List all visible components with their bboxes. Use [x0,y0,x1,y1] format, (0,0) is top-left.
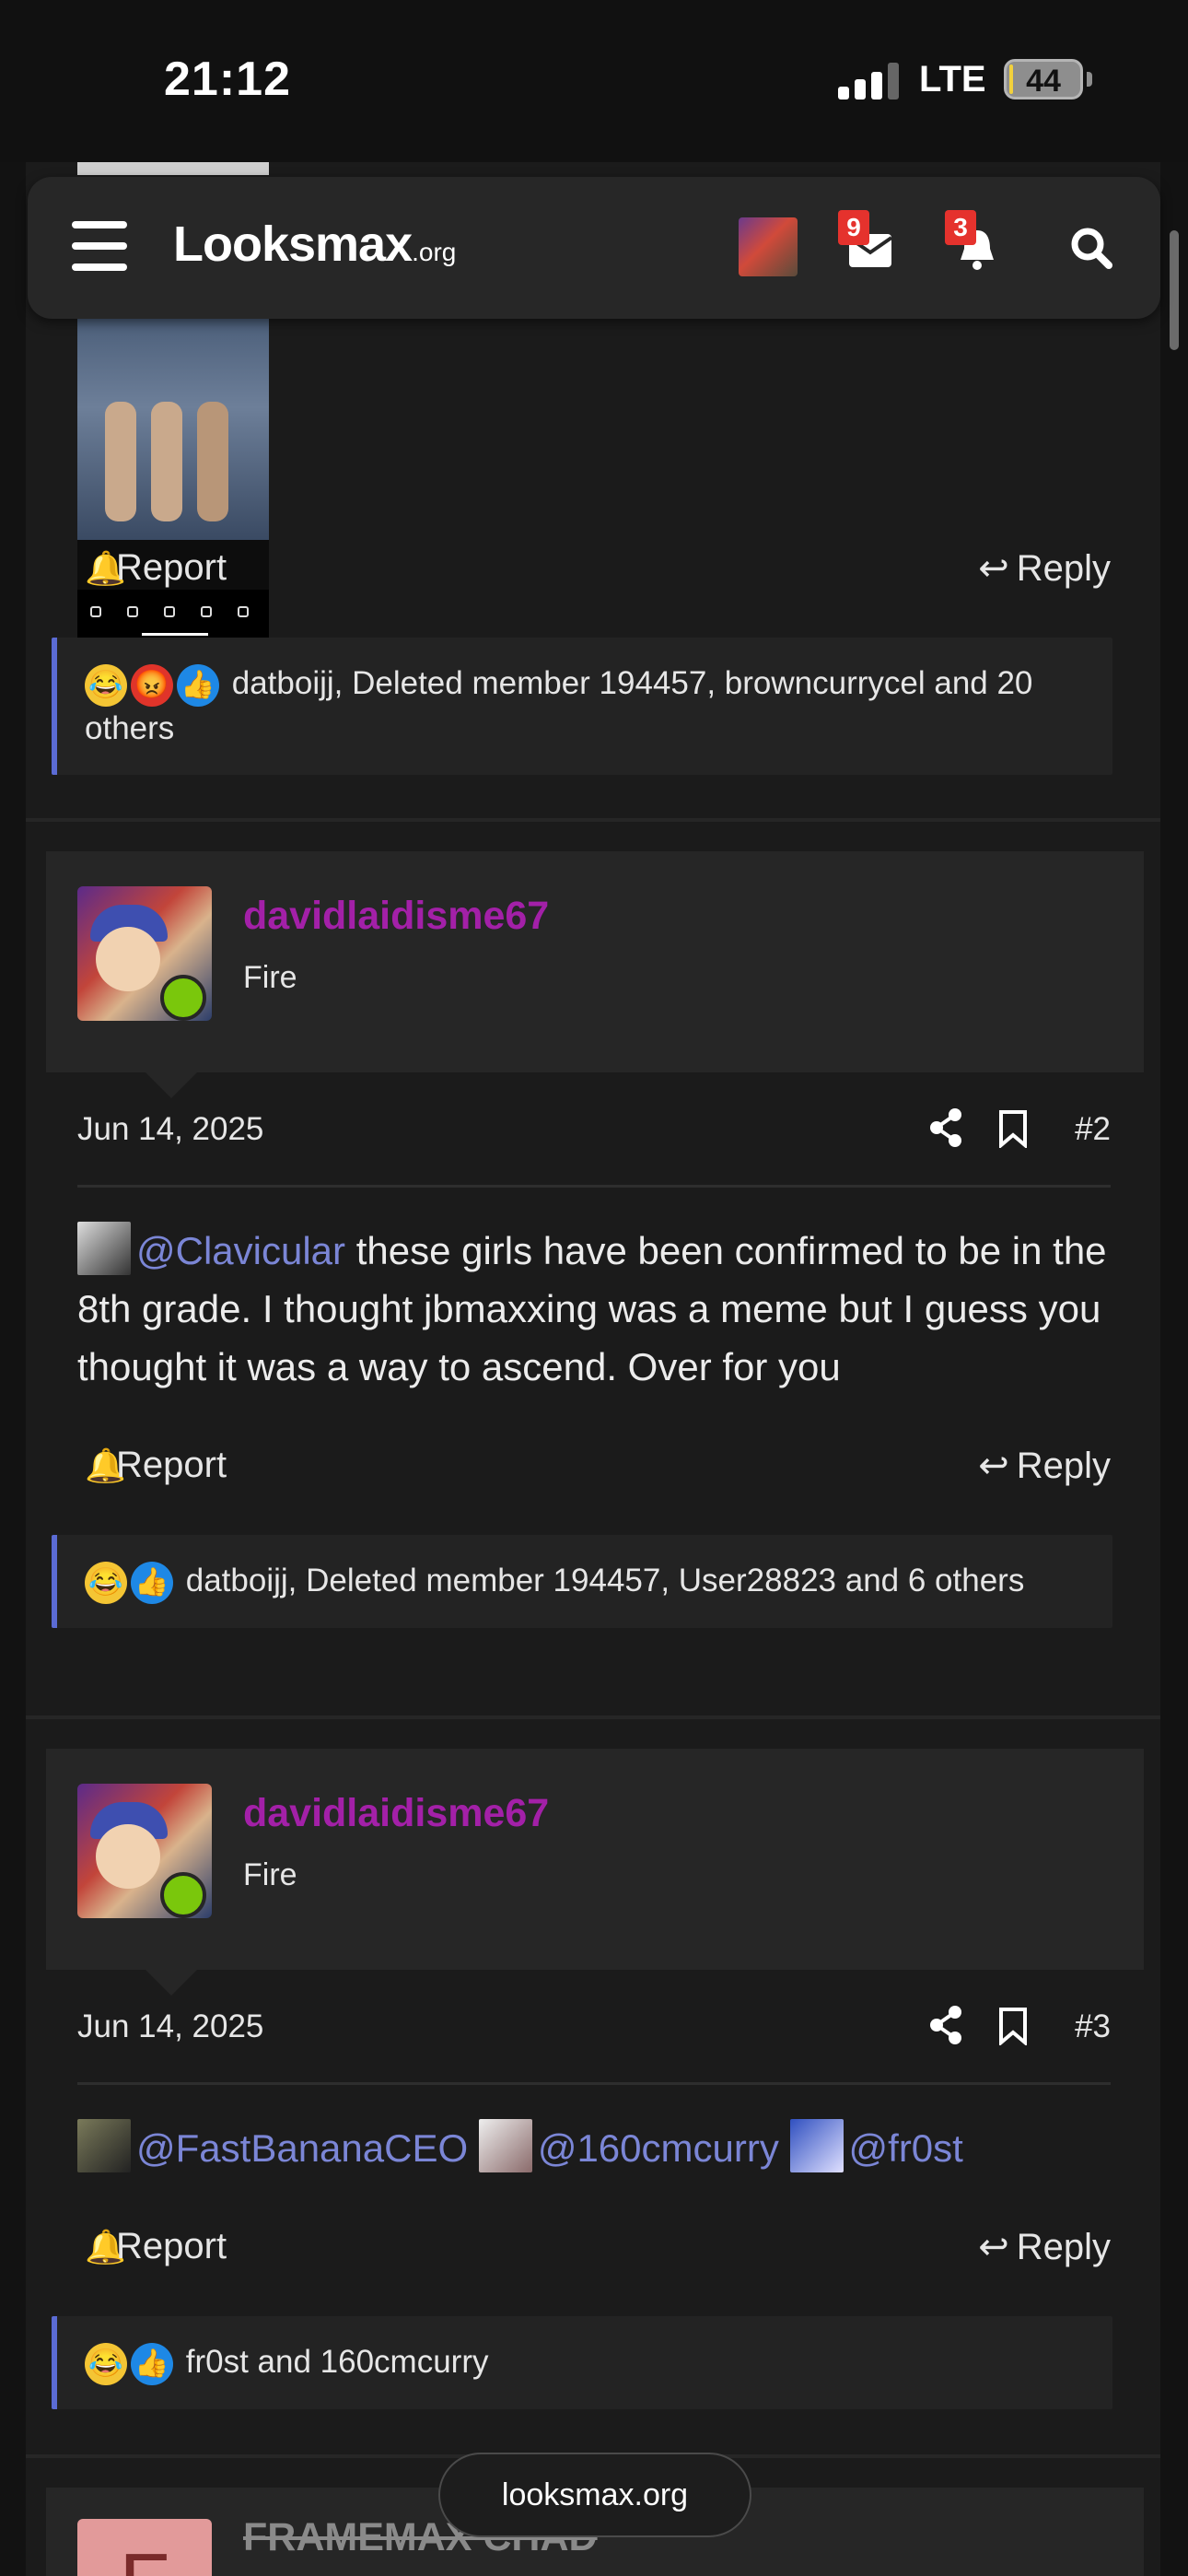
search-button[interactable] [1059,216,1124,280]
bookmark-icon[interactable] [998,1109,1031,1152]
mention-link[interactable]: @Clavicular [136,1229,345,1272]
post2-meta: Jun 14, 2025 #2 [77,1100,1111,1159]
post-date[interactable]: Jun 14, 2025 [77,1111,263,1148]
reactions-text: fr0st and 160cmcurry [185,2344,489,2380]
reply-button[interactable]: ↩ Reply [978,2226,1111,2268]
online-indicator [160,1872,206,1918]
menu-icon[interactable] [72,221,127,271]
battery-level: 44 [1026,64,1061,99]
bookmark-icon[interactable] [998,2007,1031,2049]
attachment-thumbnail-top[interactable] [77,162,269,175]
post-number[interactable]: #2 [1075,1111,1111,1148]
reply-button[interactable]: ↩ Reply [978,547,1111,590]
mention-avatar [478,2119,532,2172]
mention-link[interactable]: @fr0st [849,2126,963,2170]
username[interactable]: davidlaidisme67 [243,894,549,939]
post2-user-block: davidlaidisme67 Fire [46,851,1144,1098]
top-navbar: Looksmax.org 9 3 [28,177,1160,319]
inbox-badge: 9 [838,210,869,245]
reactions-bar[interactable]: 😂 👍 fr0st and 160cmcurry [52,2316,1112,2409]
alerts-badge: 3 [945,210,976,245]
bell-icon: 🔔 [85,1446,126,1484]
post3-user-block: davidlaidisme67 Fire [46,1749,1144,1996]
inbox-button[interactable]: 9 [838,210,903,280]
search-icon [1071,228,1112,269]
post-number[interactable]: #3 [1075,2008,1111,2045]
like-icon: 👍 [177,663,219,707]
status-bar: 21:12 LTE 44 [0,0,1188,162]
battery-icon: 44 [1004,59,1083,100]
meta-divider [77,1185,1111,1188]
reply-icon: ↩ [978,1446,1009,1486]
laughing-icon: 😂 [85,1561,127,1604]
reactions-text: datboijj, Deleted member 194457, browncu… [85,665,1033,746]
reply-icon: ↩ [978,548,1009,589]
mention-avatar [77,2119,131,2172]
scrollbar-thumb[interactable] [1170,230,1179,350]
bell-icon: 🔔 [85,2228,126,2266]
network-label: LTE [919,59,986,100]
like-icon: 👍 [131,2342,173,2385]
mention-avatar [77,1222,131,1275]
alerts-button[interactable]: 3 [945,210,1009,280]
report-button[interactable]: 🔔Report [85,2226,227,2267]
mention-link[interactable]: @FastBananaCEO [136,2126,468,2170]
mention-avatar [789,2119,844,2172]
reactions-text: datboijj, Deleted member 194457, User288… [185,1563,1025,1598]
reply-icon: ↩ [978,2227,1009,2267]
site-logo[interactable]: Looksmax.org [173,216,456,273]
share-icon[interactable] [925,2005,967,2047]
angry-icon: 😡 [131,663,173,707]
user-title: Fire [243,1857,297,1892]
laughing-icon: 😂 [85,663,127,707]
post1-actions: 🔔Report ↩ Reply [52,547,1111,603]
reactions-bar[interactable]: 😂 👍 datboijj, Deleted member 194457, User… [52,1535,1112,1628]
post3-body: @FastBananaCEO @160cmcurry @fr0st [77,2119,1114,2177]
laughing-icon: 😂 [85,2342,127,2385]
like-icon: 👍 [131,1561,173,1604]
post-divider [26,1715,1160,1719]
status-time: 21:12 [164,53,291,106]
post2-body: @Clavicular these girls have been confir… [77,1222,1114,1396]
online-indicator [160,975,206,1021]
share-icon[interactable] [925,1107,967,1150]
meta-divider [77,2082,1111,2085]
reply-button[interactable]: ↩ Reply [978,1445,1111,1487]
account-avatar[interactable] [739,217,798,276]
post-divider [26,818,1160,822]
report-button[interactable]: 🔔Report [85,1445,227,1486]
mention-link[interactable]: @160cmcurry [538,2126,779,2170]
reactions-bar[interactable]: 😂 😡 👍 datboijj, Deleted member 194457, bro… [52,638,1112,775]
signal-icon [838,63,899,100]
report-button[interactable]: 🔔Report [85,547,227,589]
url-pill[interactable]: looksmax.org [438,2453,751,2537]
post3-actions: 🔔Report ↩ Reply [52,2226,1111,2281]
bell-icon: 🔔 [85,549,126,587]
username[interactable]: davidlaidisme67 [243,1791,549,1836]
post3-meta: Jun 14, 2025 #3 [77,1997,1111,2056]
user-avatar[interactable]: F [77,2519,212,2576]
post-date[interactable]: Jun 14, 2025 [77,2008,263,2045]
post2-actions: 🔔Report ↩ Reply [52,1445,1111,1500]
user-title: Fire [243,960,297,995]
